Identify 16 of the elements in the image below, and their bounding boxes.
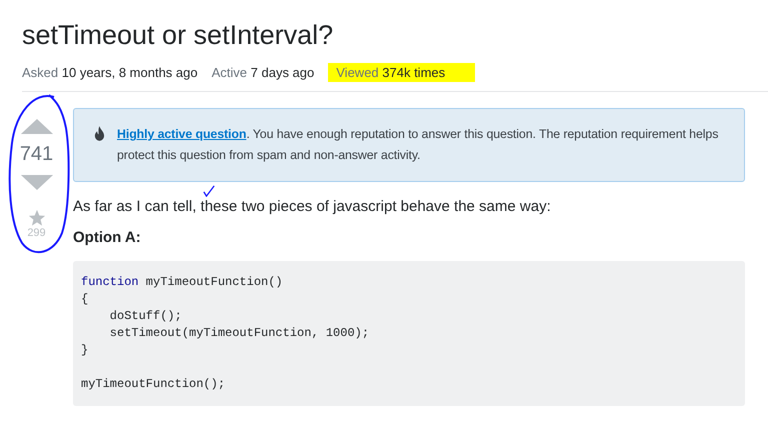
notice-link[interactable]: Highly active question: [117, 127, 246, 141]
check-mark-drawing: [203, 185, 215, 197]
highlighted-stat: Viewed 374k times: [328, 62, 476, 82]
flame-icon: [94, 126, 105, 141]
notice-text: Highly active question. You have enough reputation to answer this question. The reputation requirement helps protect this question from spam and non-answer activity.: [117, 126, 720, 164]
question-title: setTimeout or setInterval?: [21, 19, 334, 52]
upvote-icon[interactable]: [20, 118, 54, 135]
stat-text: Active 7 days ago: [212, 64, 316, 82]
option-heading: Option A:: [73, 229, 142, 246]
question-paragraph: As far as I can tell, these two pieces of javascript behave the same way:: [73, 198, 552, 215]
star-icon[interactable]: [28, 209, 46, 227]
downvote-icon[interactable]: [20, 174, 54, 191]
stat-text: Asked 10 years, 8 months ago: [22, 64, 199, 82]
bookmark-count: 299: [27, 227, 46, 239]
code-block: function myTimeoutFunction() { doStuff(); setTimeout(myTimeoutFunction, 1000); } myTimeoutFunction();: [73, 261, 745, 406]
vote-count: 741: [20, 143, 54, 166]
